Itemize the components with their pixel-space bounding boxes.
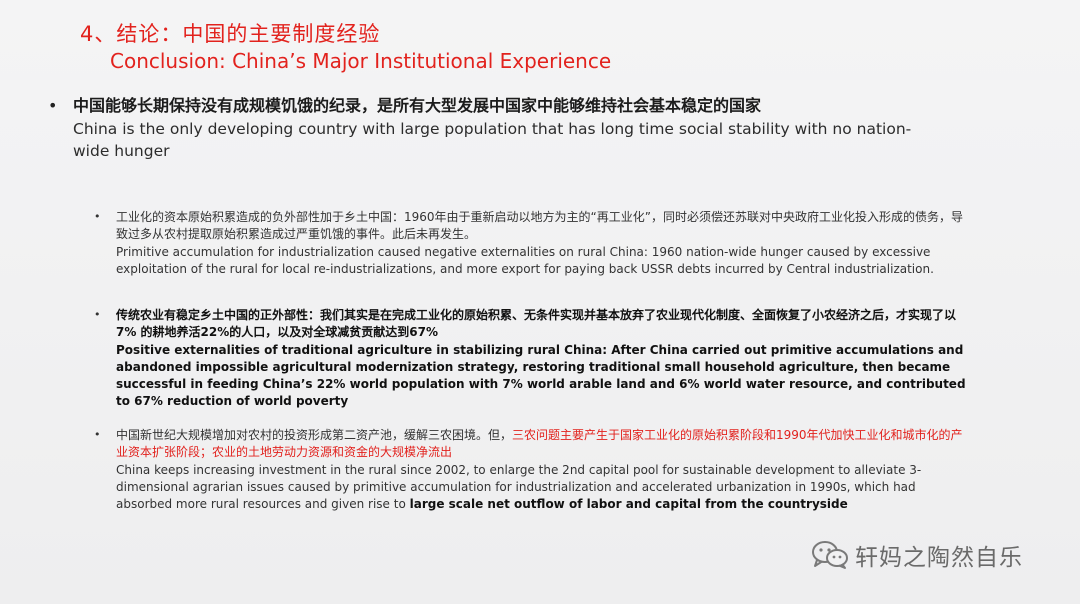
slide: 4、结论：中国的主要制度经验 Conclusion: China’s Major… <box>0 0 1080 604</box>
slide-title-en: Conclusion: China’s Major Institutional … <box>110 49 612 73</box>
sub-point-body: 工业化的资本原始积累造成的负外部性加于乡土中国：1960年由于重新启动以地方为主… <box>116 209 974 278</box>
bullet: • <box>48 96 58 115</box>
sub-point-2: • 传统农业有稳定乡土中国的正外部性：我们其实是在完成工业化的原始积累、无条件实… <box>94 307 974 411</box>
bullet: • <box>94 308 101 321</box>
sub-point-3: • 中国新世纪大规模增加对农村的投资形成第二资产池，缓解三农困境。但，三农问题主… <box>94 427 974 513</box>
sub-point-1-en: Primitive accumulation for industrializa… <box>116 244 934 276</box>
sub-point-2-zh: 传统农业有稳定乡土中国的正外部性：我们其实是在完成工业化的原始积累、无条件实现并… <box>116 308 957 340</box>
sub-point-body: 传统农业有稳定乡土中国的正外部性：我们其实是在完成工业化的原始积累、无条件实现并… <box>116 307 974 411</box>
sub-point-3-en-bold: large scale net outflow of labor and cap… <box>409 497 848 512</box>
main-point-en: China is the only developing country wit… <box>73 120 912 160</box>
sub-point-3-en: China keeps increasing investment in the… <box>116 462 974 514</box>
bullet: • <box>94 428 101 441</box>
main-point: • 中国能够长期保持没有成规模饥饿的纪录，是所有大型发展中国家中能够维持社会基本… <box>48 94 948 162</box>
sub-point-body: 中国新世纪大规模增加对农村的投资形成第二资产池，缓解三农困境。但，三农问题主要产… <box>116 427 974 513</box>
slide-title-zh: 4、结论：中国的主要制度经验 <box>80 22 381 46</box>
watermark: 轩妈之陶然自乐 <box>811 538 1023 572</box>
sub-point-2-en: Positive externalities of traditional ag… <box>116 342 966 409</box>
sub-point-1: • 工业化的资本原始积累造成的负外部性加于乡土中国：1960年由于重新启动以地方… <box>94 209 974 278</box>
main-point-zh: 中国能够长期保持没有成规模饥饿的纪录，是所有大型发展中国家中能够维持社会基本稳定… <box>73 96 762 115</box>
sub-point-1-zh: 工业化的资本原始积累造成的负外部性加于乡土中国：1960年由于重新启动以地方为主… <box>116 210 963 242</box>
sub-point-3-zh: 中国新世纪大规模增加对农村的投资形成第二资产池，缓解三农困境。但，三农问题主要产… <box>116 427 974 462</box>
sub-point-3-zh-plain: 中国新世纪大规模增加对农村的投资形成第二资产池，缓解三农困境。但， <box>116 428 513 442</box>
wechat-icon <box>811 540 849 570</box>
watermark-text: 轩妈之陶然自乐 <box>855 545 1023 571</box>
bullet: • <box>94 210 101 223</box>
